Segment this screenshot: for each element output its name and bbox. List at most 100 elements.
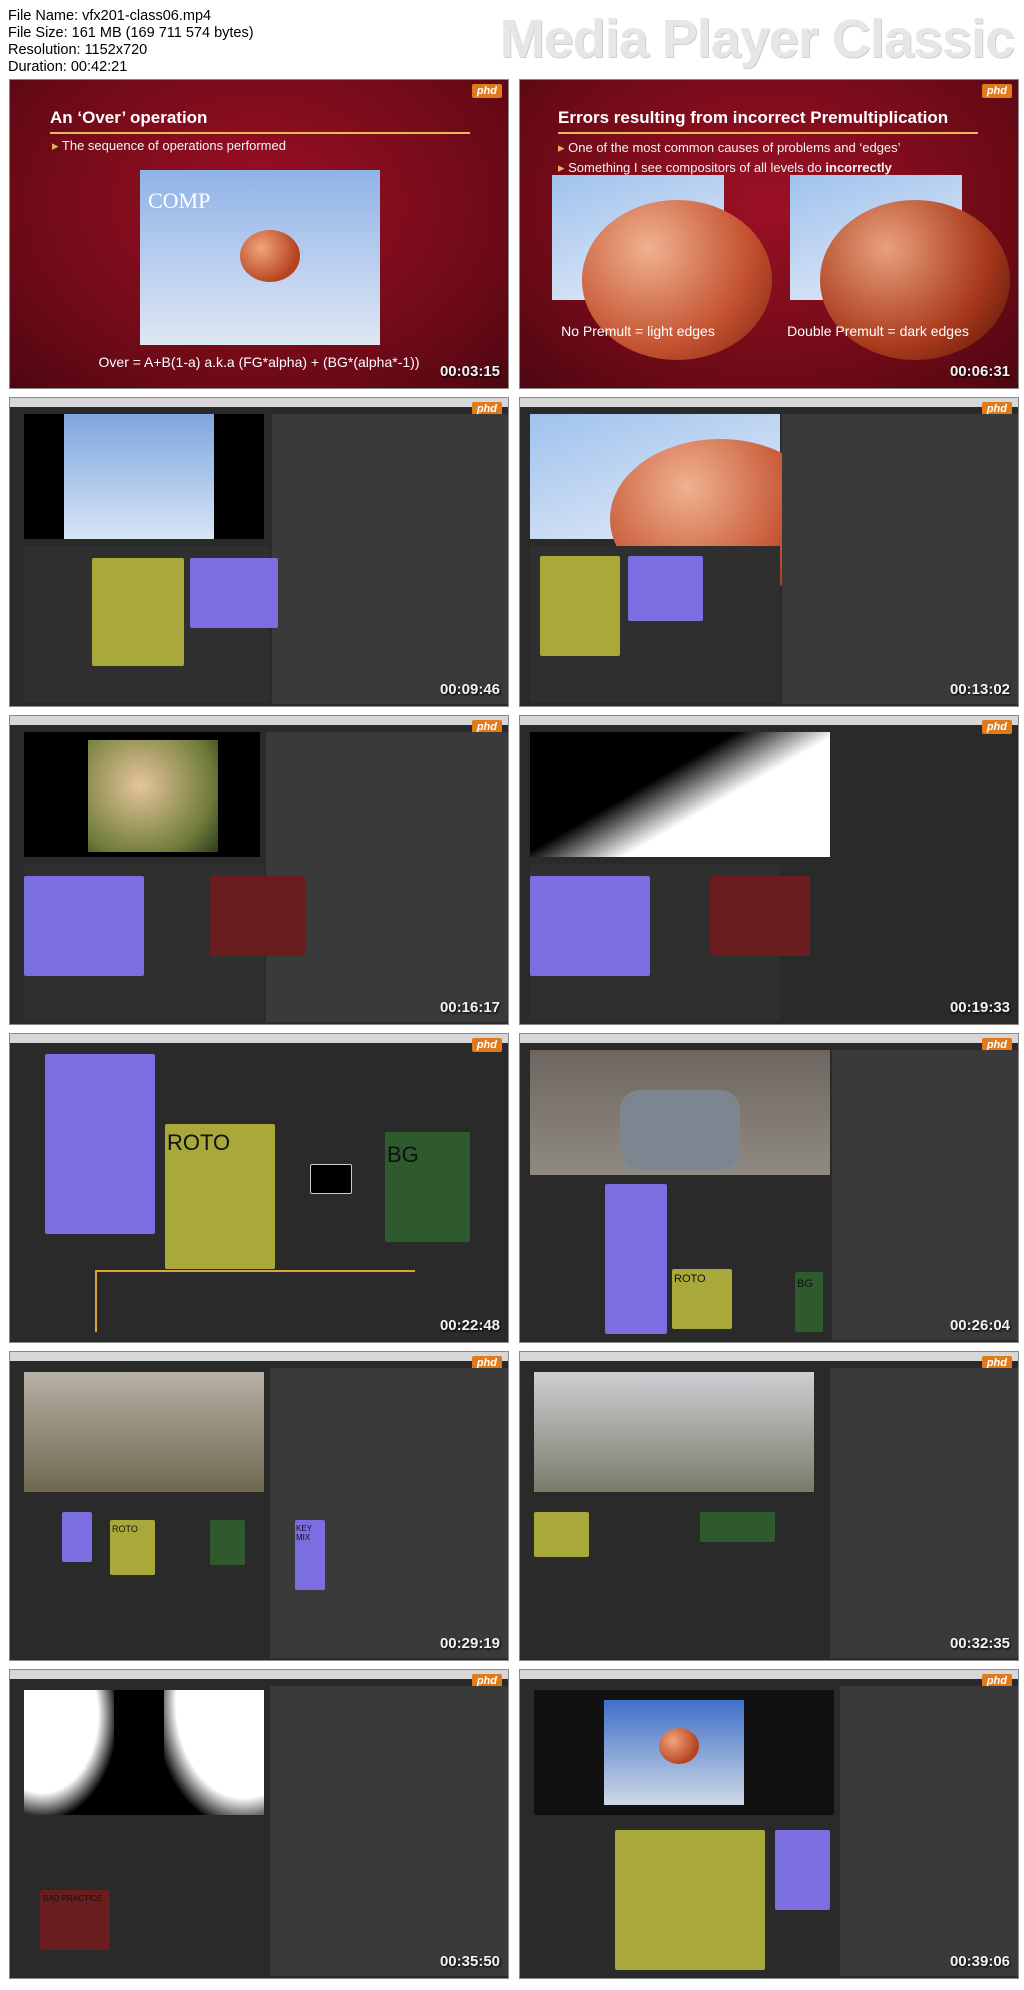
timestamp: 00:09:46 xyxy=(439,681,500,698)
backdrop-purple xyxy=(775,1830,830,1910)
thumbnail-12[interactable]: phd 00:39:06 xyxy=(519,1669,1019,1979)
backdrop-yellow xyxy=(615,1830,765,1970)
slide-title: Errors resulting from incorrect Premulti… xyxy=(558,108,978,134)
backdrop-purple xyxy=(24,876,144,976)
timestamp: 00:19:33 xyxy=(949,999,1010,1016)
timestamp: 00:03:15 xyxy=(439,363,500,380)
teapot-image xyxy=(240,230,300,282)
menu-bar xyxy=(10,1670,508,1679)
roto-label: ROTO xyxy=(674,1273,706,1285)
wire xyxy=(95,1270,415,1272)
thumbnail-1[interactable]: phd An ‘Over’ operation The sequence of … xyxy=(9,79,509,389)
menu-bar xyxy=(520,716,1018,725)
backdrop-purple xyxy=(190,558,278,628)
phd-logo: phd xyxy=(471,1038,502,1052)
backdrop-roto: ROTO xyxy=(110,1520,155,1575)
backdrop-purple xyxy=(62,1512,92,1562)
menu-bar xyxy=(520,1670,1018,1679)
slide-title: An ‘Over’ operation xyxy=(50,108,470,134)
backdrop-bg: BG xyxy=(795,1272,823,1332)
viewer xyxy=(534,1690,834,1815)
comp-label: COMP xyxy=(148,188,211,213)
timestamp: 00:29:19 xyxy=(439,1635,500,1652)
slide-bullet-2: Something I see compositors of all level… xyxy=(558,160,892,176)
backdrop-purple xyxy=(605,1184,667,1334)
timestamp: 00:06:31 xyxy=(949,363,1010,380)
timestamp: 00:16:17 xyxy=(439,999,500,1016)
backdrop-bad-practice: BAD PRACTICE xyxy=(40,1890,110,1950)
backdrop-green xyxy=(700,1512,775,1542)
backdrop-purple xyxy=(628,556,703,621)
thumbnail-8[interactable]: phd ROTO BG 00:26:04 xyxy=(519,1033,1019,1343)
viewer xyxy=(24,1372,264,1492)
timestamp: 00:26:04 xyxy=(949,1317,1010,1334)
backdrop-yellow xyxy=(92,558,184,666)
properties-panel xyxy=(782,414,1018,704)
thumbnail-10[interactable]: phd 00:32:35 xyxy=(519,1351,1019,1661)
menu-bar xyxy=(520,1034,1018,1043)
viewer xyxy=(24,732,260,857)
header: File Name: vfx201-class06.mp4 File Size:… xyxy=(0,0,1024,78)
backdrop-bg: BG xyxy=(385,1132,470,1242)
backdrop-bg xyxy=(210,1520,245,1565)
phd-logo: phd xyxy=(471,84,502,98)
thumbnail-7[interactable]: phd ROTO BG 00:22:48 xyxy=(9,1033,509,1343)
menu-bar xyxy=(10,398,508,407)
timestamp: 00:35:50 xyxy=(439,1953,500,1970)
menu-bar xyxy=(10,1352,508,1361)
timestamp: 00:13:02 xyxy=(949,681,1010,698)
properties-panel xyxy=(832,1050,1018,1340)
over-formula: Over = A+B(1-a) a.k.a (FG*alpha) + (BG*(… xyxy=(98,354,420,370)
viewer xyxy=(530,732,830,857)
menu-bar xyxy=(10,1034,508,1043)
backdrop-red xyxy=(210,876,305,956)
file-name: File Name: vfx201-class06.mp4 xyxy=(8,8,212,24)
double-premult-image xyxy=(790,175,1010,360)
backdrop-yellow xyxy=(540,556,620,656)
properties-panel xyxy=(270,1686,508,1976)
phd-logo: phd xyxy=(981,720,1012,734)
no-premult-image xyxy=(552,175,772,360)
thumbnail-5[interactable]: phd 00:16:17 xyxy=(9,715,509,1025)
slide-bullet: The sequence of operations performed xyxy=(52,138,286,154)
caption-left: No Premult = light edges xyxy=(561,323,715,339)
thumbnail-grid: phd An ‘Over’ operation The sequence of … xyxy=(9,79,1019,1983)
bad-practice-label: BAD PRACTICE xyxy=(43,1894,103,1903)
timestamp: 00:22:48 xyxy=(439,1317,500,1334)
thumbnail-9[interactable]: phd ROTO KEY MIX 00:29:19 xyxy=(9,1351,509,1661)
viewer xyxy=(530,414,830,599)
caption-right: Double Premult = dark edges xyxy=(787,323,969,339)
thumbnail-11[interactable]: phd BAD PRACTICE 00:35:50 xyxy=(9,1669,509,1979)
viewer xyxy=(530,1050,830,1175)
file-size: File Size: 161 MB (169 711 574 bytes) xyxy=(8,25,254,41)
properties-panel xyxy=(270,1368,508,1658)
brand-title: Media Player Classic xyxy=(499,9,1015,69)
roto-label: ROTO xyxy=(167,1130,231,1155)
phd-logo: phd xyxy=(981,84,1012,98)
file-info: File Name: vfx201-class06.mp4 File Size:… xyxy=(8,8,254,76)
thumbnail-6[interactable]: phd 00:19:33 xyxy=(519,715,1019,1025)
backdrop-roto: ROTO xyxy=(672,1269,732,1329)
slide-bullet-1: One of the most common causes of problem… xyxy=(558,140,900,156)
thumbnail-4[interactable]: phd 00:13:02 xyxy=(519,397,1019,707)
thumbnail-3[interactable]: phd 00:09:46 xyxy=(9,397,509,707)
timestamp: 00:32:35 xyxy=(949,1635,1010,1652)
backdrop-yellow xyxy=(534,1512,589,1557)
backdrop-purple xyxy=(45,1054,155,1234)
comp-image: COMP xyxy=(140,170,380,345)
backdrop-purple xyxy=(530,876,650,976)
menu-bar xyxy=(520,398,1018,407)
duration: Duration: 00:42:21 xyxy=(8,59,128,75)
properties-panel xyxy=(830,1368,1018,1658)
backdrop-roto: ROTO xyxy=(165,1124,275,1269)
timestamp: 00:39:06 xyxy=(949,1953,1010,1970)
menu-bar xyxy=(10,716,508,725)
viewer xyxy=(24,1690,264,1815)
thumbnail-2[interactable]: phd Errors resulting from incorrect Prem… xyxy=(519,79,1019,389)
thumbnail-node xyxy=(310,1164,352,1194)
resolution: Resolution: 1152x720 xyxy=(8,42,148,58)
wire xyxy=(95,1272,97,1332)
viewer xyxy=(24,414,264,539)
properties-panel xyxy=(272,414,508,704)
menu-bar xyxy=(520,1352,1018,1361)
